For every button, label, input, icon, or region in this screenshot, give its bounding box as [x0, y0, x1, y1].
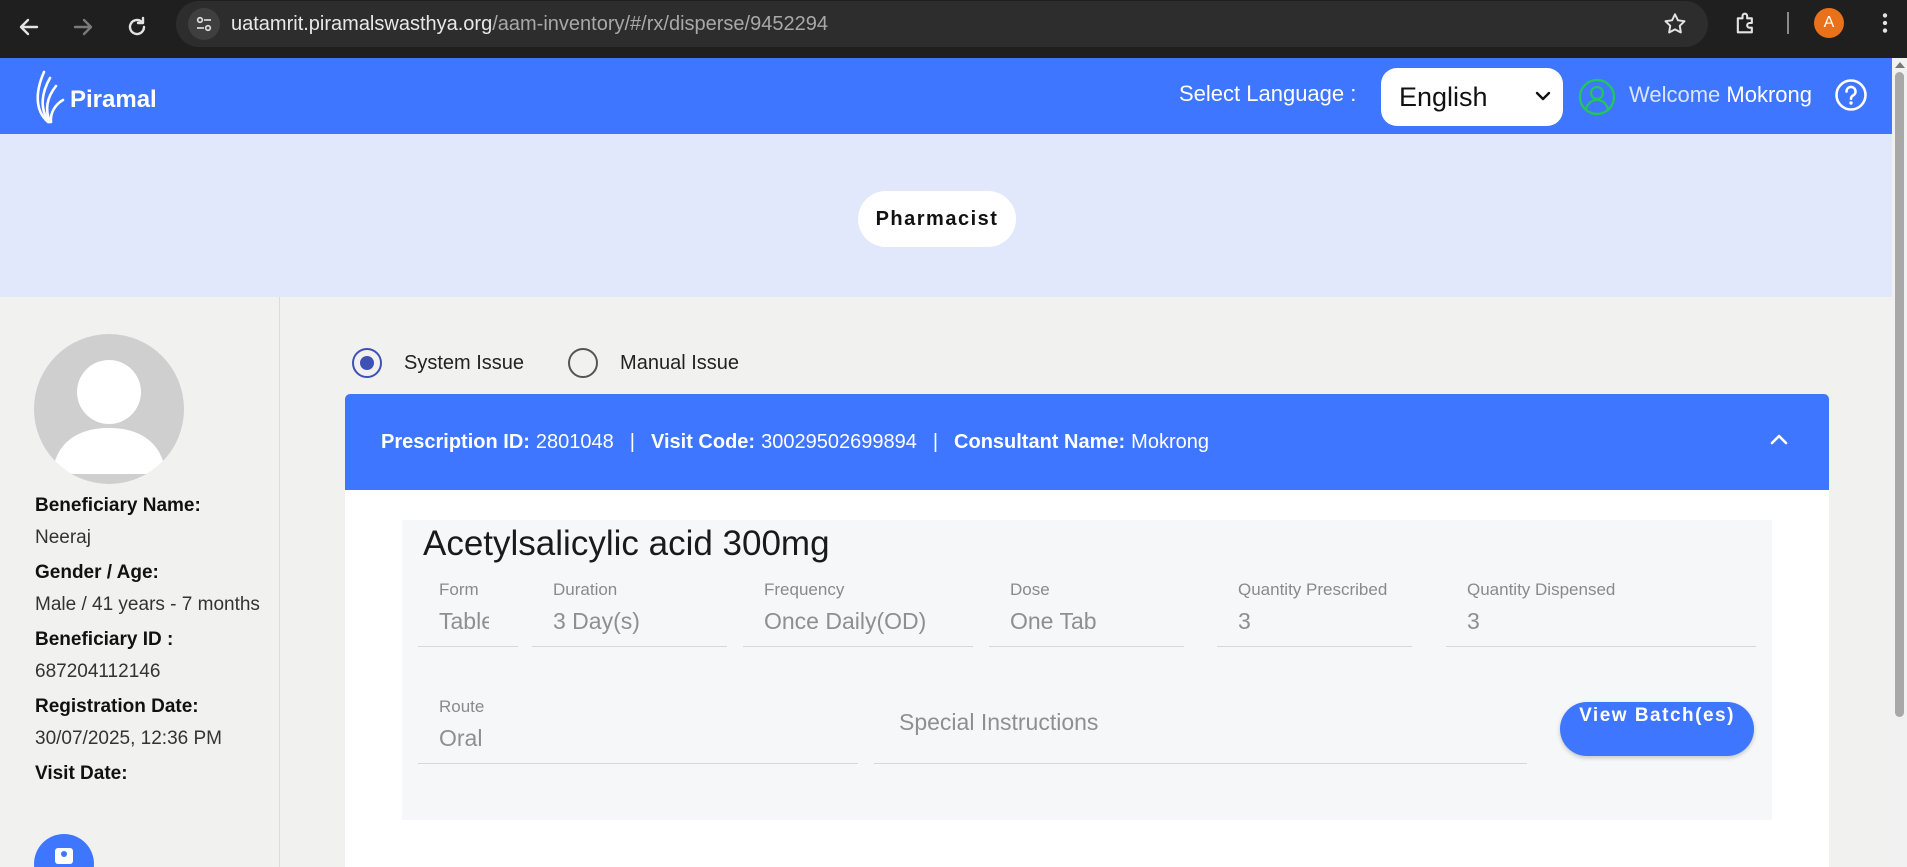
welcome-user-name: Mokrong: [1726, 82, 1813, 107]
visit-date-label: Visit Date:: [35, 763, 128, 784]
reload-icon: [128, 16, 146, 36]
registration-date-label: Registration Date:: [35, 696, 199, 717]
beneficiary-id-label: Beneficiary ID :: [35, 629, 174, 650]
reload-button[interactable]: [117, 7, 157, 47]
beneficiary-info: Beneficiary Name: Neeraj Gender / Age: M…: [35, 489, 265, 790]
scrollbar-thumb[interactable]: [1895, 72, 1904, 717]
dose-value: One Tab: [1010, 608, 1097, 634]
logo-text: Piramal: [70, 86, 157, 113]
special-instructions-input[interactable]: Special Instructions: [874, 695, 1527, 764]
system-issue-label[interactable]: System Issue: [404, 352, 524, 375]
consultant-name-value: Mokrong: [1131, 430, 1209, 453]
app-header: Piramal Select Language : English Welcom…: [0, 58, 1892, 134]
arrow-left-icon: [19, 18, 39, 36]
special-instructions-placeholder: Special Instructions: [899, 709, 1099, 735]
quantity-prescribed-field[interactable]: Quantity Prescribed 3: [1217, 580, 1412, 647]
issue-type-radio-group: System Issue Manual Issue: [352, 348, 783, 378]
chevron-up-icon[interactable]: [1769, 432, 1789, 446]
role-banner: Pharmacist: [0, 134, 1892, 297]
frequency-value: Once Daily(OD): [764, 608, 927, 634]
url-host: uatamrit.piramalswasthya.org: [231, 13, 493, 35]
piramal-flame-icon: [36, 70, 65, 124]
url-path: /aam-inventory/#/rx/disperse/9452294: [492, 13, 828, 35]
beneficiary-id-value: 687204112146: [35, 661, 161, 682]
bookmark-star-icon[interactable]: [1662, 11, 1688, 42]
contact-card-icon: [55, 848, 73, 864]
toolbar-divider: [1787, 12, 1789, 34]
manual-issue-label[interactable]: Manual Issue: [620, 352, 739, 375]
floating-action-button[interactable]: [34, 834, 94, 867]
manual-issue-radio[interactable]: [568, 348, 599, 378]
radio-dot: [360, 356, 374, 370]
address-bar[interactable]: uatamrit.piramalswasthya.org/aam-invento…: [176, 1, 1708, 47]
form-field[interactable]: Form Tablet: [418, 580, 518, 647]
forward-button[interactable]: [63, 7, 103, 47]
drug-card: Acetylsalicylic acid 300mg Form Tablet D…: [402, 520, 1772, 820]
beneficiary-name-value: Neeraj: [35, 527, 91, 548]
role-pill: Pharmacist: [858, 191, 1016, 247]
back-button[interactable]: [9, 7, 49, 47]
gender-age-value: Male / 41 years - 7 months: [35, 594, 260, 615]
form-label: Form: [439, 580, 479, 599]
system-issue-radio[interactable]: [352, 348, 382, 378]
frequency-field[interactable]: Frequency Once Daily(OD): [743, 580, 973, 647]
view-batches-button[interactable]: View Batch(es): [1560, 702, 1754, 756]
drug-name: Acetylsalicylic acid 300mg: [423, 524, 830, 563]
gender-age-label: Gender / Age:: [35, 562, 159, 583]
profile-avatar[interactable]: A: [1814, 8, 1844, 38]
language-select[interactable]: English: [1381, 68, 1563, 126]
header-separator: |: [932, 430, 939, 453]
prescription-id-value: 2801048: [535, 430, 614, 453]
welcome-text: Welcome Mokrong: [1629, 82, 1812, 108]
header-separator: |: [629, 430, 635, 453]
page-scrollbar[interactable]: [1892, 58, 1907, 867]
welcome-prefix: Welcome: [1629, 82, 1721, 107]
route-value: Oral: [439, 725, 483, 751]
piramal-logo[interactable]: Piramal: [32, 66, 157, 124]
quantity-dispensed-label: Quantity Dispensed: [1467, 580, 1616, 599]
help-icon[interactable]: [1834, 78, 1868, 117]
visit-code-value: 30029502699894: [761, 430, 917, 453]
prescription-id-label: Prescription ID:: [381, 430, 530, 453]
route-field[interactable]: Route Oral: [418, 697, 858, 764]
dose-label: Dose: [1010, 580, 1050, 599]
quantity-dispensed-value: 3: [1467, 608, 1480, 634]
language-selected-value: English: [1399, 81, 1488, 112]
consultant-name-label: Consultant Name:: [954, 430, 1126, 453]
beneficiary-sidebar: Beneficiary Name: Neeraj Gender / Age: M…: [0, 297, 280, 867]
registration-date-value: 30/07/2025, 12:36 PM: [35, 728, 222, 749]
prescription-panel-header[interactable]: Prescription ID: 2801048 | Visit Code: 3…: [345, 394, 1829, 490]
quantity-prescribed-label: Quantity Prescribed: [1238, 580, 1388, 599]
quantity-prescribed-value: 3: [1238, 608, 1251, 634]
duration-value: 3 Day(s): [553, 608, 640, 634]
form-value: Tablet: [439, 608, 489, 634]
user-profile-icon[interactable]: [1578, 78, 1616, 121]
language-label: Select Language :: [1179, 81, 1357, 106]
duration-field[interactable]: Duration 3 Day(s): [532, 580, 727, 647]
chevron-down-icon: [1535, 91, 1551, 101]
dose-field[interactable]: Dose One Tab: [989, 580, 1184, 647]
more-menu-icon[interactable]: [1872, 10, 1898, 41]
quantity-dispensed-field[interactable]: Quantity Dispensed 3: [1446, 580, 1756, 647]
visit-code-label: Visit Code:: [651, 430, 756, 453]
beneficiary-name-label: Beneficiary Name:: [35, 495, 201, 516]
route-label: Route: [439, 697, 485, 716]
duration-label: Duration: [553, 580, 618, 599]
person-silhouette-icon: [52, 360, 166, 474]
browser-chrome: uatamrit.piramalswasthya.org/aam-invento…: [0, 0, 1907, 58]
site-info-icon[interactable]: [188, 8, 220, 40]
frequency-label: Frequency: [764, 580, 845, 599]
beneficiary-avatar: [34, 334, 184, 484]
extensions-puzzle-icon[interactable]: [1732, 9, 1760, 42]
scroll-up-arrow-icon[interactable]: [1895, 62, 1905, 68]
arrow-right-icon: [73, 18, 93, 36]
prescription-panel-body: Acetylsalicylic acid 300mg Form Tablet D…: [345, 490, 1829, 867]
url-text[interactable]: uatamrit.piramalswasthya.org/aam-invento…: [231, 13, 828, 36]
